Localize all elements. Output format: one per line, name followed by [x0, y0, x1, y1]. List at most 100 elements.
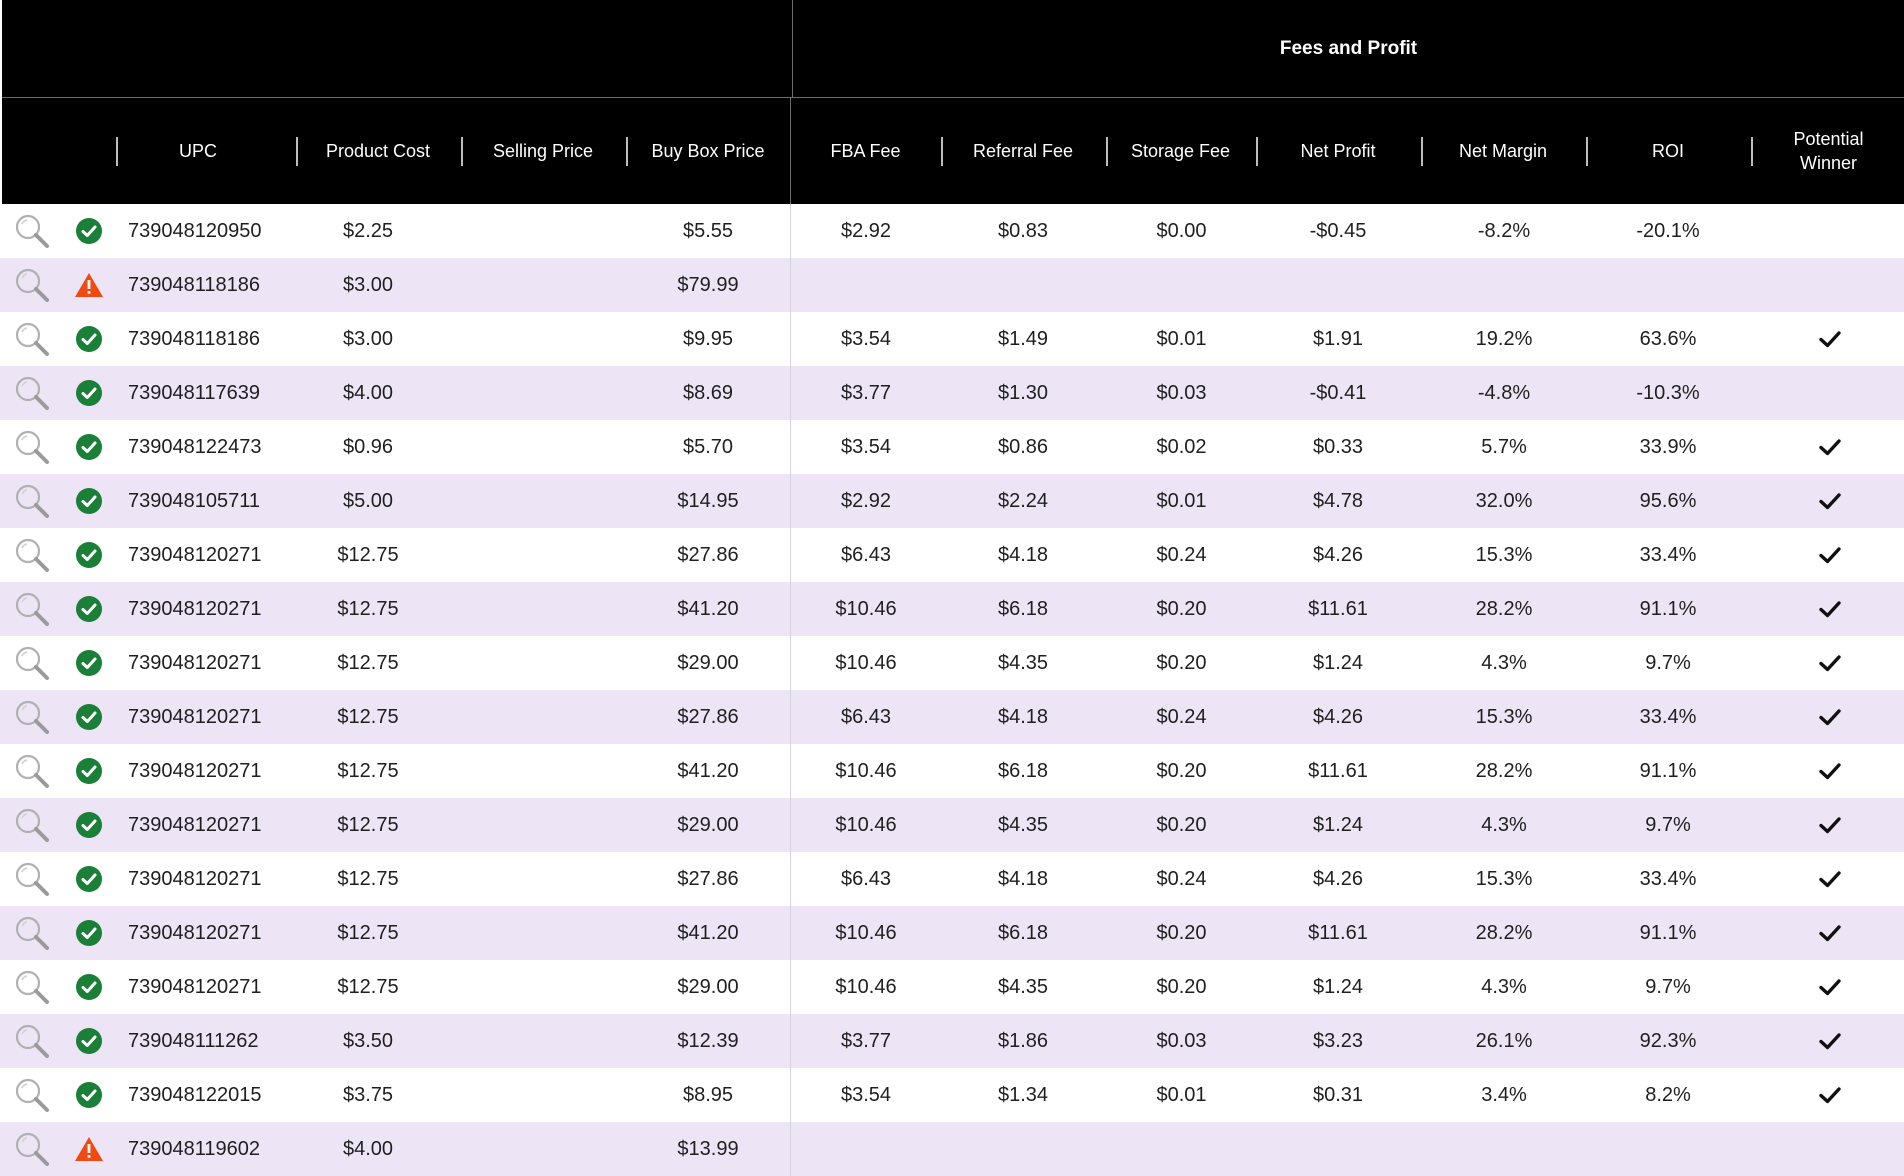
table-row[interactable]: 739048122015 $3.75 $8.95 $3.54 $1.34 $0.… [0, 1068, 1904, 1122]
magnifier-icon[interactable] [12, 852, 52, 906]
cell-roi: -20.1% [1636, 219, 1700, 242]
cell-buy-box-price: $27.86 [677, 543, 739, 566]
check-circle-icon [74, 744, 104, 798]
cell-roi: 9.7% [1645, 975, 1691, 998]
cell-net-profit: $0.31 [1312, 1083, 1364, 1106]
col-net-profit-label: Net Profit [1300, 141, 1376, 161]
table-row[interactable]: 739048120271 $12.75 $29.00 $10.46 $4.35 … [0, 960, 1904, 1014]
cell-net-margin: -4.8% [1477, 381, 1531, 404]
cell-roi: 9.7% [1645, 813, 1691, 836]
cell-storage-fee: $0.01 [1156, 1083, 1207, 1106]
cell-net-margin [1422, 1122, 1586, 1176]
magnifier-icon[interactable] [12, 1068, 52, 1122]
check-circle-icon [74, 636, 104, 690]
magnifier-icon[interactable] [12, 204, 52, 258]
col-net-margin[interactable]: Net Margin [1421, 98, 1585, 204]
magnifier-icon[interactable] [12, 366, 52, 420]
cell-roi: 63.6% [1639, 327, 1697, 350]
cell-selling-price [459, 744, 623, 798]
cell-buy-box-price: $41.20 [677, 921, 739, 944]
magnifier-icon[interactable] [12, 1014, 52, 1068]
col-fba-fee[interactable]: FBA Fee [791, 98, 940, 204]
magnifier-icon[interactable] [12, 1122, 52, 1176]
cell-net-profit: $1.24 [1312, 813, 1364, 836]
table-row[interactable]: 739048120271 $12.75 $41.20 $10.46 $6.18 … [0, 906, 1904, 960]
magnifier-icon[interactable] [12, 258, 52, 312]
cell-storage-fee: $0.24 [1156, 705, 1207, 728]
cell-upc: 739048117639 [128, 381, 260, 404]
table-row[interactable]: 739048120271 $12.75 $27.86 $6.43 $4.18 $… [0, 690, 1904, 744]
table-row[interactable]: 739048118186 $3.00 $9.95 $3.54 $1.49 $0.… [0, 312, 1904, 366]
check-circle-icon [74, 1014, 104, 1068]
col-selling-price-label: Selling Price [492, 141, 594, 161]
cell-buy-box-price: $8.69 [682, 381, 734, 404]
cell-referral-fee: $2.24 [997, 489, 1049, 512]
table-row[interactable]: 739048122473 $0.96 $5.70 $3.54 $0.86 $0.… [0, 420, 1904, 474]
cell-referral-fee: $1.86 [997, 1029, 1049, 1052]
checkmark-icon [1812, 744, 1848, 798]
cell-storage-fee: $0.24 [1156, 867, 1207, 890]
cell-upc: 739048120950 [128, 219, 262, 242]
cell-roi: 33.4% [1639, 705, 1697, 728]
checkmark-icon [1812, 528, 1848, 582]
cell-net-margin: 4.3% [1481, 651, 1527, 674]
cell-referral-fee: $1.30 [997, 381, 1049, 404]
cell-roi: 95.6% [1639, 489, 1697, 512]
cell-fba-fee: $6.43 [840, 705, 892, 728]
col-product-cost[interactable]: Product Cost [296, 98, 460, 204]
cell-buy-box-price: $79.99 [677, 273, 739, 296]
table-row[interactable]: 739048120271 $12.75 $29.00 $10.46 $4.35 … [0, 636, 1904, 690]
table-row[interactable]: 739048111262 $3.50 $12.39 $3.77 $1.86 $0… [0, 1014, 1904, 1068]
col-net-profit[interactable]: Net Profit [1256, 98, 1420, 204]
table-row[interactable]: 739048120271 $12.75 $29.00 $10.46 $4.35 … [0, 798, 1904, 852]
magnifier-icon[interactable] [12, 690, 52, 744]
cell-upc: 739048120271 [128, 867, 262, 890]
table-row[interactable]: 739048120271 $12.75 $41.20 $10.46 $6.18 … [0, 744, 1904, 798]
cell-upc: 739048105711 [128, 489, 260, 512]
table-row[interactable]: 739048120271 $12.75 $27.86 $6.43 $4.18 $… [0, 852, 1904, 906]
cell-net-margin: 26.1% [1475, 1029, 1533, 1052]
cell-product-cost: $2.25 [342, 219, 394, 242]
magnifier-icon[interactable] [12, 312, 52, 366]
magnifier-icon[interactable] [12, 582, 52, 636]
cell-fba-fee: $10.46 [835, 597, 897, 620]
cell-net-profit [1258, 258, 1418, 312]
col-buy-box-price[interactable]: Buy Box Price [626, 98, 790, 204]
magnifier-icon[interactable] [12, 798, 52, 852]
col-potential-winner[interactable]: Potential Winner [1751, 98, 1904, 204]
col-selling-price[interactable]: Selling Price [461, 98, 625, 204]
table-row[interactable]: 739048120950 $2.25 $5.55 $2.92 $0.83 $0.… [0, 204, 1904, 258]
col-upc[interactable]: UPC [116, 98, 280, 204]
col-roi[interactable]: ROI [1586, 98, 1750, 204]
table-row[interactable]: 739048120271 $12.75 $27.86 $6.43 $4.18 $… [0, 528, 1904, 582]
magnifier-icon[interactable] [12, 528, 52, 582]
cell-fba-fee [791, 1122, 941, 1176]
cell-selling-price [459, 636, 623, 690]
magnifier-icon[interactable] [12, 636, 52, 690]
table-row[interactable]: 739048119602 $4.00 $13.99 [0, 1122, 1904, 1176]
cell-buy-box-price: $13.99 [677, 1137, 739, 1160]
col-upc-label: UPC [178, 141, 217, 161]
table-row[interactable]: 739048118186 $3.00 $79.99 [0, 258, 1904, 312]
col-storage-fee[interactable]: Storage Fee [1106, 98, 1255, 204]
cell-net-profit: $4.78 [1312, 489, 1364, 512]
check-circle-icon [74, 204, 104, 258]
table-row[interactable]: 739048105711 $5.00 $14.95 $2.92 $2.24 $0… [0, 474, 1904, 528]
check-circle-icon [74, 798, 104, 852]
check-circle-icon [74, 366, 104, 420]
cell-roi [1586, 1122, 1750, 1176]
magnifier-icon[interactable] [12, 474, 52, 528]
cell-product-cost: $3.75 [342, 1083, 394, 1106]
col-referral-fee[interactable]: Referral Fee [941, 98, 1105, 204]
magnifier-icon[interactable] [12, 906, 52, 960]
table-row[interactable]: 739048120271 $12.75 $41.20 $10.46 $6.18 … [0, 582, 1904, 636]
cell-fba-fee: $6.43 [840, 543, 892, 566]
magnifier-icon[interactable] [12, 744, 52, 798]
cell-product-cost: $5.00 [342, 489, 394, 512]
magnifier-icon[interactable] [12, 420, 52, 474]
cell-referral-fee: $4.18 [997, 543, 1049, 566]
table-row[interactable]: 739048117639 $4.00 $8.69 $3.77 $1.30 $0.… [0, 366, 1904, 420]
cell-selling-price [459, 204, 623, 258]
magnifier-icon[interactable] [12, 960, 52, 1014]
cell-product-cost: $12.75 [337, 759, 399, 782]
